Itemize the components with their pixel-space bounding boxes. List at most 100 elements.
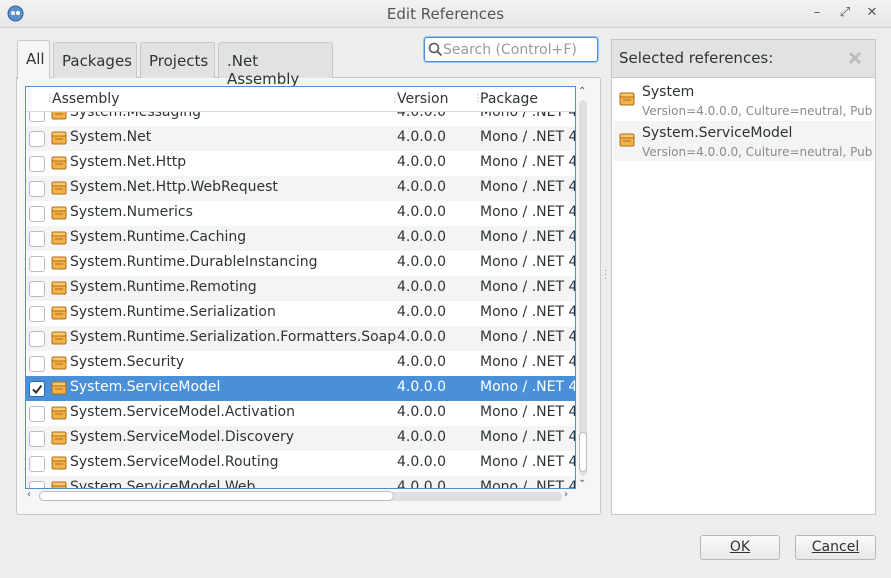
assembly-version: 4.0.0.0: [397, 429, 446, 445]
list-item[interactable]: System.ServiceModel 4.0.0.0 Mono / .NET 4.…: [26, 376, 575, 401]
reference-checkbox[interactable]: [29, 231, 45, 247]
reference-checkbox[interactable]: [29, 356, 45, 372]
package-icon: [619, 92, 635, 106]
selected-reference-item[interactable]: System.ServiceModel Version=4.0.0.0, Cult…: [613, 121, 874, 161]
scroll-thumb[interactable]: [39, 491, 394, 501]
minimize-icon[interactable]: –: [808, 4, 826, 22]
tab-label: Packages: [62, 52, 132, 70]
pane-divider-grip-icon[interactable]: · · ·: [604, 267, 607, 285]
assembly-name: System.ServiceModel.Discovery: [70, 429, 295, 445]
assembly-name: System.ServiceModel: [70, 379, 221, 395]
scroll-track[interactable]: [579, 100, 587, 476]
cancel-button[interactable]: Cancel: [795, 535, 876, 560]
ok-button-label: OK: [729, 539, 751, 555]
assembly-version: 4.0.0.0: [397, 229, 446, 245]
list-header: ⋮ Assembly ⋮ Version ⋮ Package: [26, 87, 575, 112]
list-item[interactable]: System.Net.Http 4.0.0.0 Mono / .NET 4.5: [26, 151, 575, 176]
reference-checkbox[interactable]: [29, 181, 45, 197]
package-icon: [51, 206, 67, 220]
assembly-package: Mono / .NET 4.5: [480, 404, 575, 420]
assembly-version: 4.0.0.0: [397, 154, 446, 170]
package-icon: [51, 181, 67, 195]
reference-checkbox[interactable]: [29, 156, 45, 172]
assembly-version: 4.0.0.0: [397, 179, 446, 195]
scroll-down-icon[interactable]: ⌄: [578, 474, 586, 485]
package-icon: [619, 133, 635, 147]
assembly-package: Mono / .NET 4.5: [480, 304, 575, 320]
assembly-name: System.ServiceModel.Web: [70, 479, 256, 488]
column-header-assembly[interactable]: Assembly: [52, 91, 119, 107]
cancel-button-label: Cancel: [811, 539, 860, 555]
tab-projects[interactable]: Projects: [140, 42, 215, 78]
selected-reference-item[interactable]: System Version=4.0.0.0, Culture=neutral, …: [613, 80, 874, 120]
assembly-version: 4.0.0.0: [397, 204, 446, 220]
assembly-name: System.Runtime.Caching: [70, 229, 247, 245]
selected-references-list[interactable]: System Version=4.0.0.0, Culture=neutral, …: [611, 77, 876, 515]
package-icon: [51, 456, 67, 470]
reference-checkbox[interactable]: [29, 381, 45, 397]
list-item[interactable]: System.ServiceModel.Discovery 4.0.0.0 Mono…: [26, 426, 575, 451]
reference-checkbox[interactable]: [29, 481, 45, 488]
package-icon: [51, 481, 67, 488]
column-header-package[interactable]: Package: [480, 91, 538, 107]
assembly-name: System.Net.Http: [70, 154, 187, 170]
assembly-version: 4.0.0.0: [397, 454, 446, 470]
reference-checkbox[interactable]: [29, 406, 45, 422]
list-item[interactable]: System.Security 4.0.0.0 Mono / .NET 4.5: [26, 351, 575, 376]
vertical-scrollbar[interactable]: ⌃ ⌄: [576, 86, 590, 489]
list-item[interactable]: System.Runtime.Caching 4.0.0.0 Mono / .NET…: [26, 226, 575, 251]
search-box[interactable]: [424, 37, 598, 62]
assembly-version: 4.0.0.0: [397, 379, 446, 395]
ok-button[interactable]: OK: [700, 535, 780, 560]
horizontal-scrollbar[interactable]: ‹ ›: [25, 489, 576, 503]
reference-checkbox[interactable]: [29, 112, 45, 122]
tab-packages[interactable]: Packages: [53, 42, 137, 78]
reference-checkbox[interactable]: [29, 131, 45, 147]
assembly-package: Mono / .NET 4.5: [480, 179, 575, 195]
reference-checkbox[interactable]: [29, 431, 45, 447]
assembly-list[interactable]: ⋮ Assembly ⋮ Version ⋮ Package System.Me…: [25, 86, 576, 489]
tab-all[interactable]: All: [17, 40, 50, 79]
reference-checkbox[interactable]: [29, 281, 45, 297]
package-icon: [51, 331, 67, 345]
scroll-right-icon[interactable]: ›: [564, 489, 568, 500]
list-item[interactable]: System.Messaging 4.0.0.0 Mono / .NET 4.5: [26, 112, 575, 126]
reference-checkbox[interactable]: [29, 306, 45, 322]
list-item[interactable]: System.Runtime.Serialization.Formatters.…: [26, 326, 575, 351]
scroll-thumb[interactable]: [579, 432, 587, 472]
list-item[interactable]: System.Runtime.DurableInstancing 4.0.0.0 M…: [26, 251, 575, 276]
close-icon[interactable]: ✕: [863, 4, 881, 22]
scroll-up-icon[interactable]: ⌃: [578, 86, 586, 97]
maximize-icon[interactable]: ⤢: [836, 4, 854, 22]
tab-net-assembly[interactable]: .Net Assembly: [218, 42, 333, 88]
list-item[interactable]: System.Numerics 4.0.0.0 Mono / .NET 4.5: [26, 201, 575, 226]
package-icon: [51, 406, 67, 420]
assembly-package: Mono / .NET 4.5: [480, 354, 575, 370]
reference-checkbox[interactable]: [29, 256, 45, 272]
remove-reference-icon[interactable]: [847, 50, 863, 66]
column-header-version[interactable]: Version: [397, 91, 448, 107]
package-icon: [51, 356, 67, 370]
tab-label: All: [26, 50, 45, 68]
assembly-version: 4.0.0.0: [397, 404, 446, 420]
assembly-name: System.Security: [70, 354, 185, 370]
selected-references-header: Selected references:: [611, 39, 876, 77]
assembly-version: 4.0.0.0: [397, 479, 446, 488]
list-item[interactable]: System.ServiceModel.Web 4.0.0.0 Mono / .NE…: [26, 476, 575, 488]
reference-checkbox[interactable]: [29, 456, 45, 472]
search-icon: [428, 42, 443, 57]
list-item[interactable]: System.Runtime.Remoting 4.0.0.0 Mono / .NE…: [26, 276, 575, 301]
list-item[interactable]: System.ServiceModel.Activation 4.0.0.0 Mon…: [26, 401, 575, 426]
list-item[interactable]: System.Net.Http.WebRequest 4.0.0.0 Mono / …: [26, 176, 575, 201]
list-item[interactable]: System.Runtime.Serialization 4.0.0.0 Mono …: [26, 301, 575, 326]
assembly-package: Mono / .NET 4.5: [480, 154, 575, 170]
list-item[interactable]: System.Net 4.0.0.0 Mono / .NET 4.5: [26, 126, 575, 151]
search-input[interactable]: [443, 38, 593, 61]
scroll-left-icon[interactable]: ‹: [27, 489, 31, 500]
reference-checkbox[interactable]: [29, 206, 45, 222]
package-icon: [51, 281, 67, 295]
reference-checkbox[interactable]: [29, 331, 45, 347]
list-item[interactable]: System.ServiceModel.Routing 4.0.0.0 Mono /…: [26, 451, 575, 476]
assembly-name: System.Runtime.Remoting: [70, 279, 257, 295]
checkmark-icon: [32, 384, 43, 395]
